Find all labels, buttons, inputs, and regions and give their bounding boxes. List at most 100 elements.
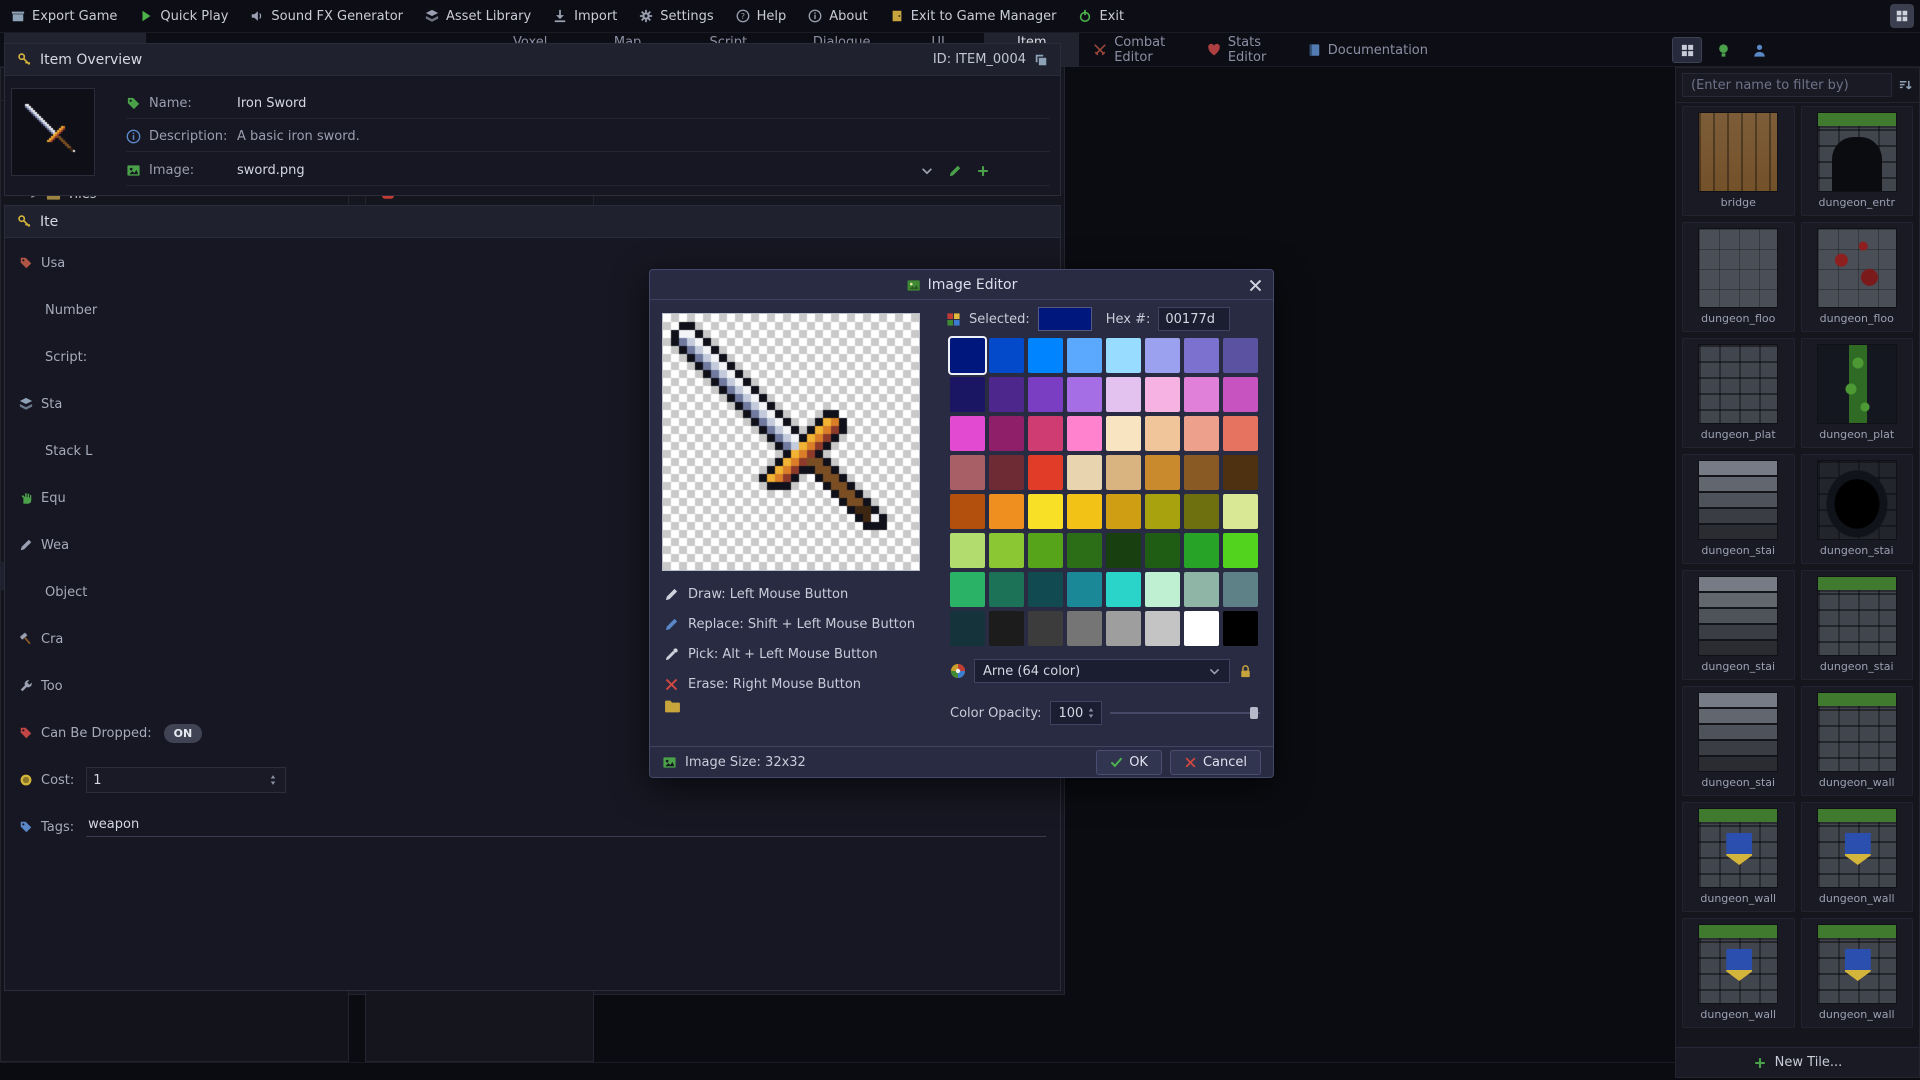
palette-swatch-56[interactable] [950, 611, 985, 646]
palette-swatch-50[interactable] [1028, 572, 1063, 607]
palette-swatch-21[interactable] [1145, 416, 1180, 451]
tile-dungeon-stai-6[interactable]: dungeon_stai [1682, 454, 1795, 564]
palette-swatch-12[interactable] [1106, 377, 1141, 412]
tile-dungeon-stai-7[interactable]: dungeon_stai [1801, 454, 1914, 564]
window-menu-button[interactable] [1890, 4, 1914, 28]
on-badge[interactable]: ON [164, 724, 203, 743]
tile-dungeon-stai-10[interactable]: dungeon_stai [1682, 686, 1795, 796]
tile-dungeon-plat-5[interactable]: dungeon_plat [1801, 338, 1914, 448]
palette-swatch-63[interactable] [1223, 611, 1258, 646]
palette-swatch-33[interactable] [989, 494, 1024, 529]
palette-swatch-20[interactable] [1106, 416, 1141, 451]
tile-dungeon-wall-12[interactable]: dungeon_wall [1682, 802, 1795, 912]
menu-item-about[interactable]: About [797, 0, 878, 33]
palette-swatch-53[interactable] [1145, 572, 1180, 607]
menu-item-export-game[interactable]: Export Game [0, 0, 128, 33]
menu-item-exit[interactable]: Exit [1067, 0, 1135, 33]
menu-item-help[interactable]: Help [725, 0, 798, 33]
palette-swatch-35[interactable] [1067, 494, 1102, 529]
open-folder-icon[interactable] [664, 698, 681, 715]
palette-swatch-59[interactable] [1067, 611, 1102, 646]
panel-tab-objects[interactable] [1708, 37, 1738, 63]
slider-handle[interactable] [1250, 707, 1258, 719]
new-tile-button[interactable]: New Tile... [1676, 1047, 1919, 1077]
menu-item-quick-play[interactable]: Quick Play [128, 0, 239, 33]
palette-swatch-27[interactable] [1067, 455, 1102, 490]
tile-dungeon-wall-14[interactable]: dungeon_wall [1682, 918, 1795, 1028]
palette-swatch-42[interactable] [1028, 533, 1063, 568]
ok-button[interactable]: OK [1096, 750, 1162, 775]
tile-dungeon-stai-9[interactable]: dungeon_stai [1801, 570, 1914, 680]
palette-swatch-14[interactable] [1184, 377, 1219, 412]
opacity-slider[interactable] [1110, 703, 1260, 723]
palette-swatch-4[interactable] [1106, 338, 1141, 373]
palette-swatch-25[interactable] [989, 455, 1024, 490]
menu-item-exit-to-game-manager[interactable]: Exit to Game Manager [879, 0, 1068, 33]
close-icon[interactable] [1248, 278, 1263, 293]
palette-swatch-30[interactable] [1184, 455, 1219, 490]
palette-swatch-23[interactable] [1223, 416, 1258, 451]
spinner-icon[interactable] [1085, 707, 1097, 719]
palette-swatch-52[interactable] [1106, 572, 1141, 607]
palette-swatch-48[interactable] [950, 572, 985, 607]
palette-swatch-13[interactable] [1145, 377, 1180, 412]
palette-swatch-60[interactable] [1106, 611, 1141, 646]
palette-swatch-29[interactable] [1145, 455, 1180, 490]
palette-swatch-38[interactable] [1184, 494, 1219, 529]
palette-swatch-26[interactable] [1028, 455, 1063, 490]
cancel-button[interactable]: Cancel [1170, 750, 1261, 775]
palette-select[interactable]: Arne (64 color) [974, 659, 1230, 683]
palette-swatch-49[interactable] [989, 572, 1024, 607]
tile-filter-input[interactable] [1682, 73, 1892, 97]
menu-item-import[interactable]: Import [542, 0, 628, 33]
cost-input[interactable]: 1 [86, 767, 286, 793]
palette-swatch-58[interactable] [1028, 611, 1063, 646]
palette-swatch-24[interactable] [950, 455, 985, 490]
palette-swatch-0[interactable] [950, 338, 985, 373]
palette-swatch-10[interactable] [1028, 377, 1063, 412]
palette-swatch-11[interactable] [1067, 377, 1102, 412]
palette-swatch-43[interactable] [1067, 533, 1102, 568]
menu-item-settings[interactable]: Settings [628, 0, 724, 33]
tile-dungeon-wall-15[interactable]: dungeon_wall [1801, 918, 1914, 1028]
palette-swatch-54[interactable] [1184, 572, 1219, 607]
palette-swatch-6[interactable] [1184, 338, 1219, 373]
tab-stats-editor[interactable]: Stats Editor [1195, 33, 1293, 67]
pixel-canvas[interactable] [663, 314, 919, 570]
palette-swatch-19[interactable] [1067, 416, 1102, 451]
palette-swatch-28[interactable] [1106, 455, 1141, 490]
menu-item-sound-fx-generator[interactable]: Sound FX Generator [239, 0, 414, 33]
palette-swatch-5[interactable] [1145, 338, 1180, 373]
palette-swatch-2[interactable] [1028, 338, 1063, 373]
palette-swatch-46[interactable] [1184, 533, 1219, 568]
palette-swatch-1[interactable] [989, 338, 1024, 373]
palette-swatch-32[interactable] [950, 494, 985, 529]
palette-swatch-9[interactable] [989, 377, 1024, 412]
palette-swatch-16[interactable] [950, 416, 985, 451]
palette-swatch-47[interactable] [1223, 533, 1258, 568]
palette-swatch-37[interactable] [1145, 494, 1180, 529]
tile-dungeon-stai-8[interactable]: dungeon_stai [1682, 570, 1795, 680]
palette-swatch-18[interactable] [1028, 416, 1063, 451]
menu-item-asset-library[interactable]: Asset Library [414, 0, 542, 33]
palette-swatch-51[interactable] [1067, 572, 1102, 607]
palette-swatch-62[interactable] [1184, 611, 1219, 646]
tags-input[interactable]: weapon [86, 817, 1046, 837]
palette-swatch-7[interactable] [1223, 338, 1258, 373]
panel-tab-characters[interactable] [1744, 37, 1774, 63]
tab-documentation[interactable]: Documentation [1295, 33, 1440, 67]
palette-swatch-3[interactable] [1067, 338, 1102, 373]
lock-icon[interactable] [1238, 664, 1253, 679]
palette-swatch-17[interactable] [989, 416, 1024, 451]
tile-dungeon-wall-11[interactable]: dungeon_wall [1801, 686, 1914, 796]
sort-icon[interactable] [1898, 78, 1913, 93]
tile-dungeon-wall-13[interactable]: dungeon_wall [1801, 802, 1914, 912]
palette-swatch-57[interactable] [989, 611, 1024, 646]
palette-swatch-15[interactable] [1223, 377, 1258, 412]
dialog-title-bar[interactable]: Image Editor [650, 270, 1273, 300]
palette-swatch-36[interactable] [1106, 494, 1141, 529]
palette-swatch-55[interactable] [1223, 572, 1258, 607]
tile-bridge-0[interactable]: bridge [1682, 106, 1795, 216]
palette-swatch-41[interactable] [989, 533, 1024, 568]
palette-swatch-44[interactable] [1106, 533, 1141, 568]
